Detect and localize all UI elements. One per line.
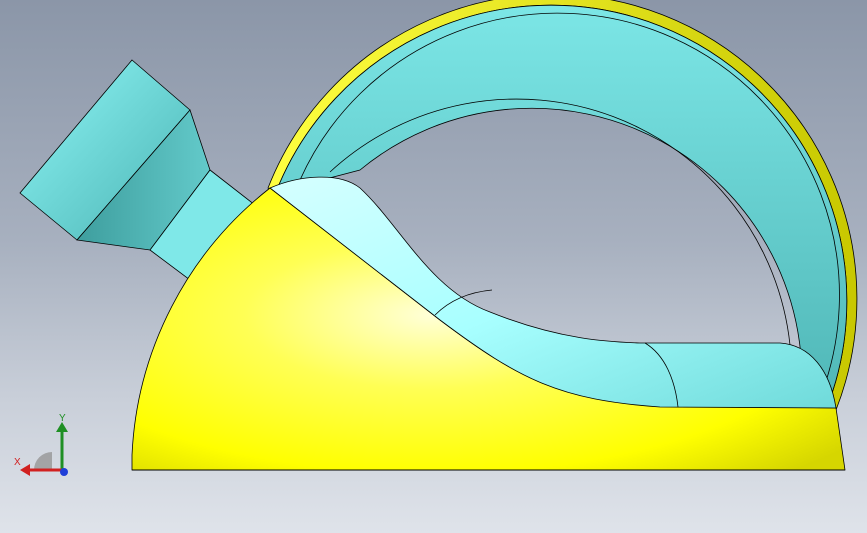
plane-3d-model[interactable]	[0, 0, 867, 533]
x-axis-label: X	[14, 457, 21, 468]
coordinate-triad: Y X	[12, 412, 76, 480]
y-axis-label: Y	[59, 413, 66, 424]
triad-axes-icon	[20, 422, 68, 476]
graphics-viewport[interactable]: Y X	[0, 0, 867, 533]
